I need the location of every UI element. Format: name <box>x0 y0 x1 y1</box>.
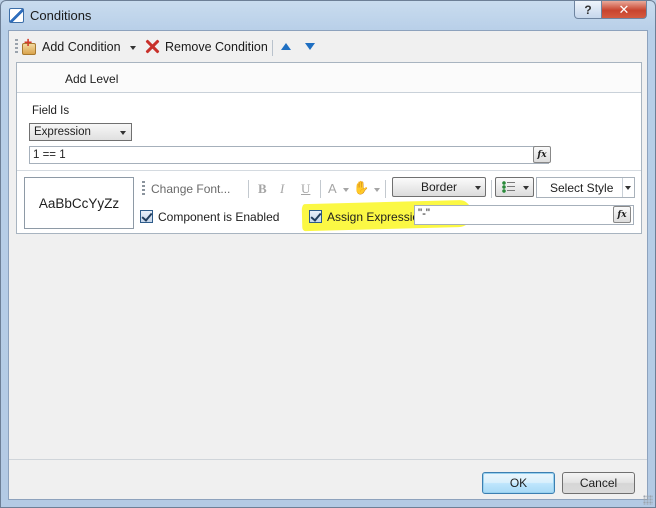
add-condition-dropdown-icon[interactable] <box>130 46 136 50</box>
component-enabled-label: Component is Enabled <box>158 210 280 224</box>
close-button[interactable]: ✕ <box>601 1 647 19</box>
combo-divider <box>622 178 623 197</box>
toolbar: Add Condition Remove Condition <box>9 31 647 61</box>
remove-condition-label: Remove Condition <box>165 39 268 54</box>
assign-expression-checkbox[interactable] <box>309 210 322 223</box>
footer-divider <box>9 459 647 460</box>
assign-expression-editor-button[interactable]: fx <box>613 206 631 223</box>
cancel-button[interactable]: Cancel <box>562 472 635 494</box>
remove-condition-button[interactable]: Remove Condition <box>145 39 268 54</box>
toolbar-grip-icon <box>15 39 18 55</box>
field-is-select[interactable]: Expression <box>29 123 132 141</box>
assign-expression-input[interactable]: "-" <box>414 205 634 225</box>
style-preview: AaBbCcYyZz <box>24 177 134 229</box>
border-label: Border <box>420 180 458 194</box>
conditions-dialog: Conditions ? ✕ Add Condition Remove Cond… <box>0 0 656 508</box>
chevron-down-icon <box>625 186 631 190</box>
resize-grip-icon[interactable] <box>643 495 653 505</box>
title-bar[interactable]: Conditions ? ✕ <box>1 1 655 30</box>
toolbar-divider <box>272 40 273 56</box>
fill-color-dropdown-icon[interactable] <box>374 188 380 192</box>
remove-icon <box>145 39 160 54</box>
help-button[interactable]: ? <box>574 1 602 19</box>
expression-input[interactable]: 1 == 1 <box>29 146 549 164</box>
app-icon <box>9 8 24 23</box>
italic-button[interactable]: I <box>280 181 284 197</box>
add-level-link[interactable]: Add Level <box>65 72 118 86</box>
fill-color-icon[interactable]: ✋ <box>353 180 369 196</box>
dialog-body: Add Condition Remove Condition Add Level… <box>8 30 648 500</box>
add-condition-button[interactable]: Add Condition <box>21 34 121 55</box>
assign-expression-label: Assign Expression <box>327 210 426 224</box>
panel-divider <box>17 170 641 171</box>
chevron-down-icon <box>475 186 481 190</box>
chevron-down-icon <box>120 131 126 135</box>
window-title: Conditions <box>30 8 92 23</box>
style-divider <box>491 180 492 198</box>
chevron-down-icon <box>523 186 529 190</box>
style-divider <box>320 180 321 198</box>
panel-header: Add Level <box>17 63 641 93</box>
add-condition-label: Add Condition <box>42 40 121 54</box>
expression-editor-button[interactable]: fx <box>533 146 551 163</box>
bullet-list-icon <box>502 181 516 193</box>
field-is-label: Field Is <box>32 105 70 117</box>
style-toolbar: Change Font... B I U A ✋ Border Select S… <box>140 176 638 202</box>
style-divider <box>248 180 249 198</box>
ok-button[interactable]: OK <box>482 472 555 494</box>
component-enabled-checkbox[interactable] <box>140 210 153 223</box>
style-toolbar-grip-icon <box>142 181 145 195</box>
style-divider <box>385 180 386 198</box>
move-down-icon[interactable] <box>305 43 315 50</box>
select-style-label: Select Style <box>550 180 614 195</box>
border-dropdown[interactable]: Border <box>392 177 486 197</box>
bullets-dropdown[interactable] <box>495 177 534 197</box>
font-color-button[interactable]: A <box>328 181 337 196</box>
field-is-value: Expression <box>34 126 91 138</box>
move-up-icon[interactable] <box>281 43 291 50</box>
font-color-dropdown-icon[interactable] <box>343 188 349 192</box>
select-style-combo[interactable]: Select Style <box>536 177 635 198</box>
change-font-button[interactable]: Change Font... <box>151 182 230 196</box>
add-condition-icon <box>21 34 37 55</box>
bold-button[interactable]: B <box>258 181 267 197</box>
underline-button[interactable]: U <box>301 181 310 197</box>
